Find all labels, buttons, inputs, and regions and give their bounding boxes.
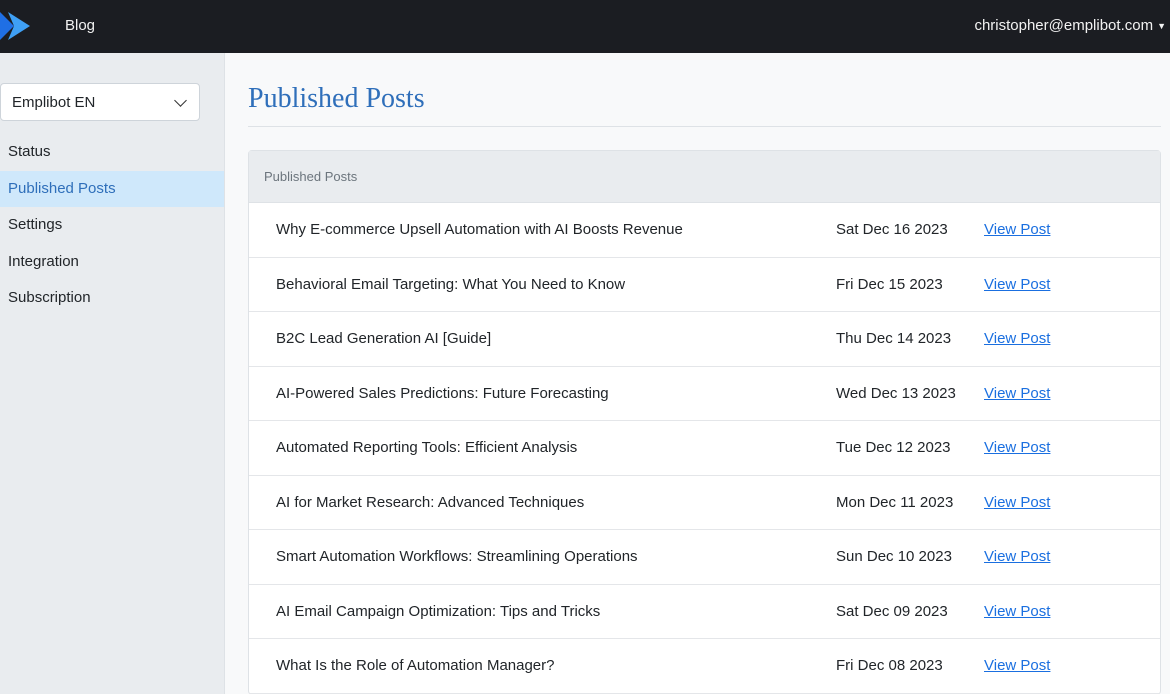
post-title: AI for Market Research: Advanced Techniq…: [276, 493, 585, 511]
post-date: Sat Dec 09 2023: [836, 602, 948, 620]
card-header: Published Posts: [249, 151, 1160, 203]
post-title: Smart Automation Workflows: Streamlining…: [276, 548, 638, 566]
post-title: B2C Lead Generation AI [Guide]: [276, 330, 492, 348]
posts-card: Published Posts Why E-commerce Upsell Au…: [248, 150, 1161, 694]
app-title[interactable]: Blog: [65, 17, 95, 34]
post-date: Wed Dec 13 2023: [836, 384, 956, 402]
view-post-link[interactable]: View Post: [984, 276, 1050, 293]
post-date: Fri Dec 08 2023: [836, 657, 943, 675]
sidebar-nav: Status Published Posts Settings Integrat…: [0, 134, 224, 317]
view-post-link[interactable]: View Post: [984, 385, 1050, 402]
table-row: Why E-commerce Upsell Automation with AI…: [249, 203, 1160, 258]
post-date: Tue Dec 12 2023: [836, 439, 951, 457]
table-row: AI-Powered Sales Predictions: Future For…: [249, 367, 1160, 421]
post-title: Why E-commerce Upsell Automation with AI…: [276, 221, 683, 239]
table-row: What Is the Role of Automation Manager? …: [249, 639, 1160, 694]
post-date: Sat Dec 16 2023: [836, 221, 948, 239]
post-date: Thu Dec 14 2023: [836, 330, 952, 348]
table-row: Smart Automation Workflows: Streamlining…: [249, 530, 1160, 585]
site-select-value: Emplibot EN: [12, 93, 96, 111]
sidebar-item-subscription[interactable]: Subscription: [0, 280, 224, 317]
sidebar-item-integration[interactable]: Integration: [0, 244, 224, 281]
user-menu[interactable]: christopher@emplibot.com ▼: [974, 17, 1166, 34]
post-date: Mon Dec 11 2023: [836, 493, 954, 511]
post-title: Behavioral Email Targeting: What You Nee…: [276, 275, 626, 293]
table-row: Automated Reporting Tools: Efficient Ana…: [249, 421, 1160, 476]
table-row: AI for Market Research: Advanced Techniq…: [249, 476, 1160, 530]
view-post-link[interactable]: View Post: [984, 221, 1050, 238]
sidebar-item-settings[interactable]: Settings: [0, 207, 224, 244]
post-title: AI-Powered Sales Predictions: Future For…: [276, 384, 609, 402]
table-row: B2C Lead Generation AI [Guide] Thu Dec 1…: [249, 312, 1160, 367]
post-title: What Is the Role of Automation Manager?: [276, 657, 555, 675]
table-row: AI Email Campaign Optimization: Tips and…: [249, 585, 1160, 639]
post-date: Sun Dec 10 2023: [836, 548, 952, 566]
view-post-link[interactable]: View Post: [984, 494, 1050, 511]
page-title: Published Posts: [248, 83, 425, 114]
main-content: Published Posts Published Posts Why E-co…: [248, 53, 1161, 694]
sidebar: Emplibot EN Status Published Posts Setti…: [0, 53, 225, 694]
chevron-down-icon: [174, 93, 187, 107]
view-post-link[interactable]: View Post: [984, 330, 1050, 347]
top-navbar: Blog christopher@emplibot.com ▼: [0, 0, 1170, 53]
sidebar-item-published-posts[interactable]: Published Posts: [0, 170, 224, 207]
view-post-link[interactable]: View Post: [984, 439, 1050, 456]
caret-down-icon: ▼: [1157, 20, 1166, 31]
table-row: Behavioral Email Targeting: What You Nee…: [249, 258, 1160, 312]
post-title: AI Email Campaign Optimization: Tips and…: [276, 602, 601, 620]
post-date: Fri Dec 15 2023: [836, 275, 943, 293]
title-divider: [248, 126, 1161, 127]
post-title: Automated Reporting Tools: Efficient Ana…: [276, 439, 578, 457]
user-email[interactable]: christopher@emplibot.com: [974, 17, 1153, 34]
view-post-link[interactable]: View Post: [984, 657, 1050, 674]
view-post-link[interactable]: View Post: [984, 548, 1050, 565]
play-chevron-logo-icon[interactable]: [0, 12, 30, 40]
site-select-dropdown[interactable]: Emplibot EN: [0, 83, 200, 121]
view-post-link[interactable]: View Post: [984, 603, 1050, 620]
sidebar-item-status[interactable]: Status: [0, 134, 224, 171]
